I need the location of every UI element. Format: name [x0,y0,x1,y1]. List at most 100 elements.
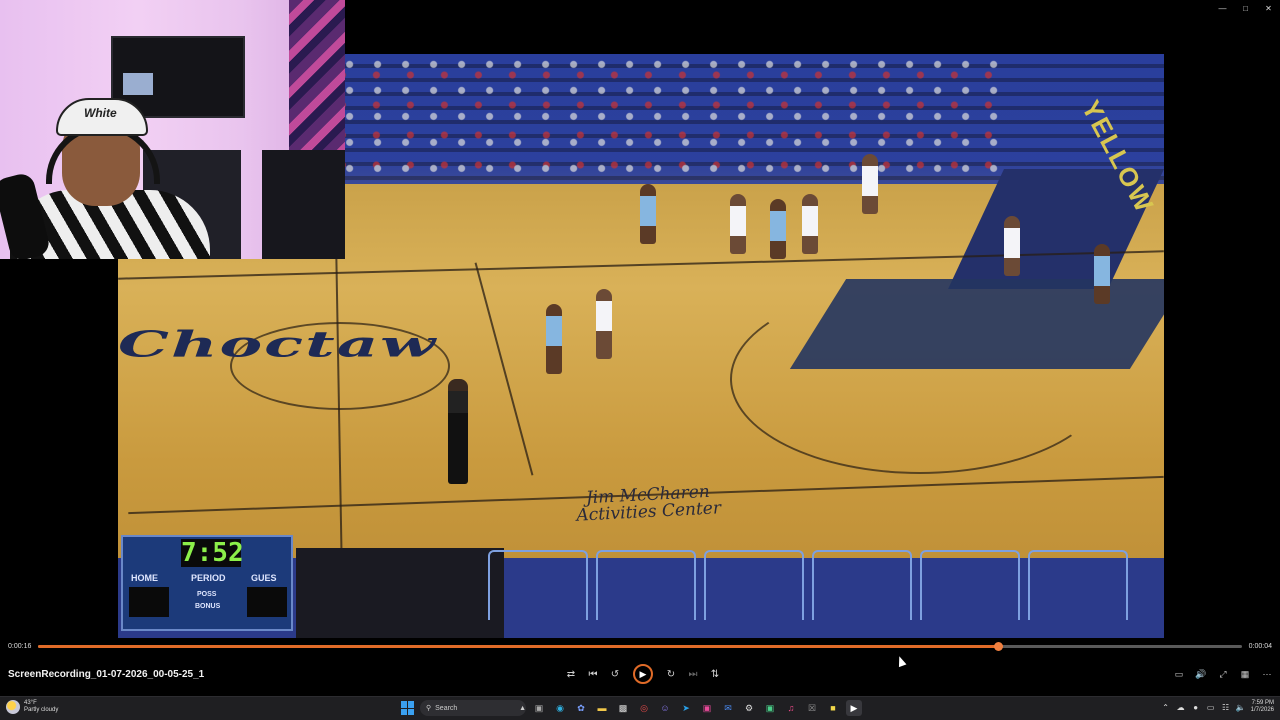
network-icon[interactable]: ☷ [1221,703,1231,712]
wall-poster [289,0,345,170]
sticky-notes-icon[interactable]: ■ [825,700,841,716]
player [596,289,612,359]
task-view-icon[interactable]: ▣ [531,700,547,716]
taskbar-apps: ⚲ Search ▲ ▣ ◉ ✿ ▬ ▩ ◎ ☺ ➤ ▣ ✉ ⚙ ▣ ♫ ☒ ■… [401,700,862,716]
settings-icon[interactable]: ⚙ [741,700,757,716]
playback-controls: ⇄ ⏮ ↺ ▶ ↻ ⏭ ⇅ [563,664,723,684]
aspect-icon[interactable]: ▦ [1238,666,1252,682]
seek-bar[interactable] [38,642,1242,651]
discord-icon[interactable]: ☺ [657,700,673,716]
play-icon: ▶ [639,668,647,679]
volume-icon[interactable]: 🔊 [1194,666,1208,682]
display-icon[interactable]: ▭ [1206,703,1216,712]
referee [448,379,468,484]
shuffle-icon[interactable]: ⇄ [563,664,579,684]
player [1004,216,1020,276]
rewind-10-icon[interactable]: ↺ [607,664,623,684]
play-button[interactable]: ▶ [633,664,653,684]
poss-label: POSS [197,591,217,598]
player [770,199,786,259]
crowd [288,54,1008,174]
game-clock: 7:52 [181,538,244,568]
three-point-arc [730,284,1110,474]
total-time: 0:00:04 [1248,643,1272,650]
scoreboard: 7:52 HOME PERIOD GUES POSS BONUS [121,535,293,631]
volume-tray-icon[interactable]: 🔈 [1236,703,1246,712]
clock-date: 1/7/2026 [1250,707,1274,713]
bench-rail [488,550,588,620]
more-icon[interactable]: ⋯ [1260,666,1274,682]
cloud-icon[interactable]: ☁ [1176,703,1186,712]
chrome-icon[interactable]: ◎ [636,700,652,716]
weather-widget[interactable]: 43°F Partly cloudy [6,700,58,714]
tiktok-icon[interactable]: ♫ [783,700,799,716]
player [640,184,656,244]
mouse-cursor [895,654,907,668]
webcam-overlay: White [0,0,345,259]
maximize-icon[interactable]: □ [1234,0,1257,16]
start-button[interactable] [401,701,415,715]
window-controls: — □ ✕ [1211,0,1280,16]
instagram-icon[interactable]: ▣ [699,700,715,716]
mic-icon[interactable]: ● [1191,703,1201,712]
app-icon[interactable]: ▣ [762,700,778,716]
copilot-icon[interactable]: ✿ [573,700,589,716]
close-icon[interactable]: ✕ [1257,0,1280,16]
bench-rail [596,550,696,620]
file-name: ScreenRecording_01-07-2026_00-05-25_1 [8,669,205,680]
media-player-window: — □ ✕ Choctaw Jim McCharen Activities Ce… [0,0,1280,720]
fullscreen-icon[interactable]: ⤢ [1216,666,1230,682]
floor-text-line2: Activities Center [575,498,722,526]
forward-30-icon[interactable]: ↻ [663,664,679,684]
cabinet [262,150,345,259]
bonus-label: BONUS [195,603,221,610]
telegram-icon[interactable]: ➤ [678,700,694,716]
taskbar: 43°F Partly cloudy ⚲ Search ▲ ▣ ◉ ✿ ▬ ▩ … [0,696,1280,720]
weather-temp: 43°F [24,700,37,706]
scorers-table [296,548,504,638]
player [730,194,746,254]
player [802,194,818,254]
previous-icon[interactable]: ⏮ [585,664,601,684]
chevron-up-icon[interactable]: ⌃ [1161,703,1171,712]
streamer-cap: White [56,98,148,136]
player [862,154,878,214]
bench-rail [704,550,804,620]
system-clock[interactable]: 7:59 PM 1/7/2026 [1251,700,1274,714]
bench-rail [920,550,1020,620]
period-label: PERIOD [191,573,226,583]
miniplayer-icon[interactable]: ▭ [1172,666,1186,682]
player [546,304,562,374]
search-placeholder: Search [435,704,458,712]
cap-text: White [84,106,117,120]
home-label: HOME [131,573,158,583]
guest-label: GUES [251,573,277,583]
view-controls: ▭ 🔊 ⤢ ▦ ⋯ [1172,666,1274,682]
clock-time: 7:59 PM [1251,700,1274,706]
edge-icon[interactable]: ◉ [552,700,568,716]
weather-desc: Partly cloudy [24,707,59,713]
partly-cloudy-icon [6,700,20,714]
messenger-icon[interactable]: ✉ [720,700,736,716]
bench-rail [1028,550,1128,620]
search-highlight-icon: ▲ [519,704,526,712]
bench-rail [812,550,912,620]
search-box[interactable]: ⚲ Search ▲ [420,700,526,716]
media-player-icon[interactable]: ▶ [846,700,862,716]
repeat-icon[interactable]: ⇅ [707,664,723,684]
capture-icon[interactable]: ☒ [804,700,820,716]
next-icon[interactable]: ⏭ [685,664,701,684]
store-icon[interactable]: ▩ [615,700,631,716]
system-tray: ⌃ ☁ ● ▭ ☷ 🔈 7:59 PM 1/7/2026 [1161,700,1274,714]
minimize-icon[interactable]: — [1211,0,1234,16]
guest-score [247,587,287,617]
file-explorer-icon[interactable]: ▬ [594,700,610,716]
seek-thumb[interactable] [993,642,1003,651]
seek-progress [38,645,998,648]
lane-line [474,262,534,476]
player [1094,244,1110,304]
home-score [129,587,169,617]
current-time: 0:00:16 [8,643,32,650]
court-logo-text: Choctaw [118,324,438,366]
search-icon: ⚲ [426,705,432,712]
